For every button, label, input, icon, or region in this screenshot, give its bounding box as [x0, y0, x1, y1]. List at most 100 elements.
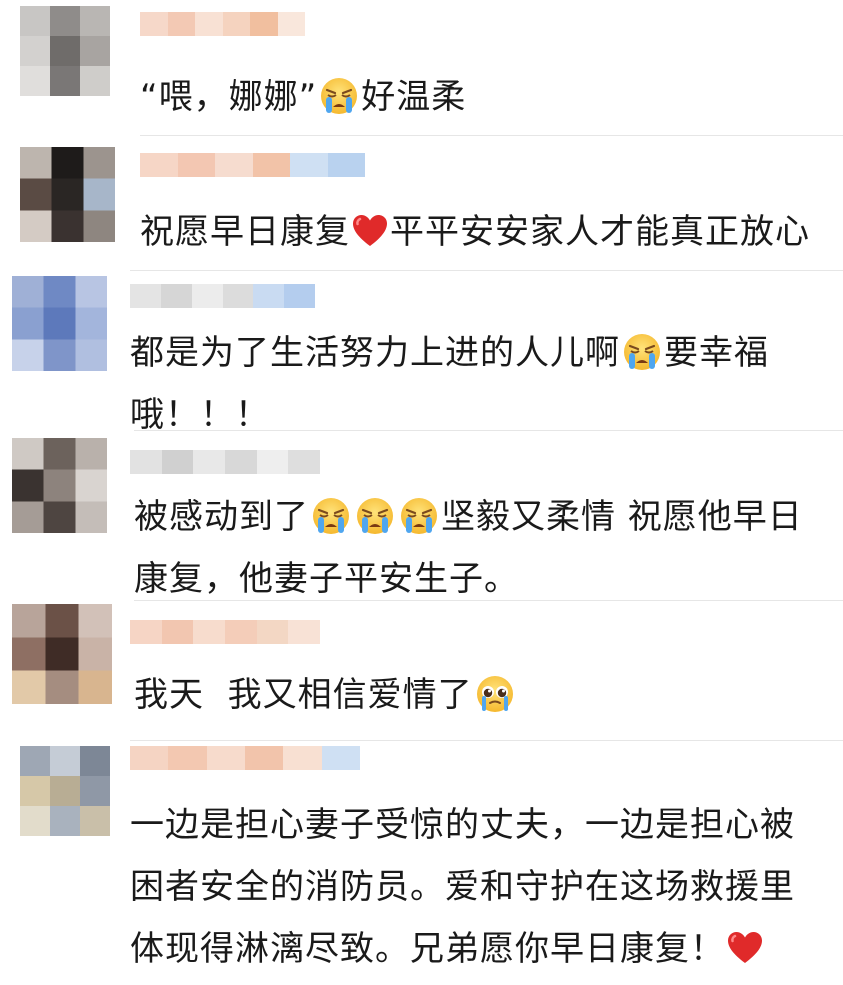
mosaic-cell — [83, 147, 115, 180]
avatar-mosaic — [20, 746, 110, 836]
mosaic-cell — [45, 670, 80, 704]
mosaic-cell — [75, 469, 107, 502]
mosaic-cell — [83, 178, 115, 211]
comment-item[interactable]: 都是为了生活努力上进的人儿啊 要幸福哦！！！ — [0, 270, 843, 435]
mosaic-cell — [12, 438, 45, 471]
username-mosaic-block — [130, 620, 163, 644]
red-heart-icon — [352, 206, 388, 246]
username-mosaic-block — [225, 450, 258, 474]
avatar[interactable] — [20, 746, 110, 836]
comment-divider — [140, 135, 843, 136]
username-mosaic-block — [253, 284, 285, 308]
crying-face-icon — [622, 330, 662, 370]
username-mosaic-block — [327, 153, 365, 177]
comment-text: 我天 我又相信爱情了 — [134, 664, 824, 726]
comment-item[interactable]: “喂，娜娜” 好温柔 — [0, 0, 843, 135]
comment-text-segment: 我天 我又相信爱情了 — [134, 675, 473, 715]
mosaic-cell — [43, 339, 76, 371]
username-mosaic-block — [321, 746, 360, 770]
mosaic-cell — [12, 469, 45, 502]
avatar-mosaic — [20, 147, 115, 242]
mosaic-cell — [80, 776, 110, 807]
username-mosaic-block — [161, 620, 194, 644]
avatar-mosaic — [20, 6, 110, 96]
username-mosaic-block — [177, 153, 216, 177]
mosaic-cell — [12, 307, 45, 340]
username-mosaic-block — [222, 284, 254, 308]
username-blurred[interactable] — [130, 620, 320, 644]
comment-divider — [134, 600, 843, 601]
mosaic-cell — [50, 746, 81, 777]
mosaic-cell — [12, 276, 45, 309]
comment-text-segment: 被感动到了 — [134, 497, 309, 537]
username-blurred[interactable] — [140, 12, 305, 36]
mosaic-cell — [75, 339, 107, 371]
mosaic-cell — [51, 147, 84, 180]
mosaic-cell — [78, 637, 112, 672]
username-mosaic-block — [140, 153, 178, 177]
mosaic-cell — [20, 776, 51, 807]
crying-face-icon — [311, 494, 351, 534]
comment-divider — [130, 270, 843, 271]
mosaic-cell — [75, 438, 107, 471]
mosaic-cell — [12, 501, 45, 533]
mosaic-cell — [20, 36, 51, 67]
mosaic-cell — [12, 637, 46, 672]
mosaic-cell — [20, 147, 53, 180]
username-mosaic-block — [161, 450, 194, 474]
mosaic-cell — [12, 604, 46, 638]
mosaic-cell — [78, 670, 112, 704]
username-mosaic-block — [250, 12, 278, 36]
mosaic-cell — [43, 501, 76, 533]
avatar-mosaic — [12, 438, 107, 533]
avatar[interactable] — [20, 6, 110, 96]
mosaic-cell — [43, 469, 76, 502]
red-heart-icon — [727, 923, 763, 963]
mosaic-cell — [20, 806, 51, 836]
crying-face-icon — [319, 74, 359, 114]
mosaic-cell — [45, 637, 80, 672]
mosaic-cell — [75, 501, 107, 533]
avatar[interactable] — [20, 147, 115, 242]
username-mosaic-block — [288, 620, 320, 644]
comment-text: 祝愿早日康复 平平安安家人才能真正放心 — [140, 201, 830, 263]
mosaic-cell — [51, 178, 84, 211]
username-mosaic-block — [140, 12, 168, 36]
comment-text: 都是为了生活努力上进的人儿啊 要幸福哦！！！ — [130, 322, 820, 446]
username-mosaic-block — [256, 620, 289, 644]
mosaic-cell — [20, 210, 53, 242]
username-blurred[interactable] — [130, 284, 315, 308]
comment-item[interactable]: 我天 我又相信爱情了 — [0, 600, 843, 740]
username-mosaic-block — [277, 12, 305, 36]
username-mosaic-block — [290, 153, 328, 177]
comment-item[interactable]: 一边是担心妻子受惊的丈夫，一边是担心被困者安全的消防员。爱和守护在这场救援里体现… — [0, 740, 843, 969]
pleading-face-icon — [475, 672, 515, 712]
comment-text-segment: “喂，娜娜” — [140, 77, 318, 117]
mosaic-cell — [20, 66, 51, 96]
mosaic-cell — [20, 6, 51, 37]
username-mosaic-block — [191, 284, 223, 308]
username-blurred[interactable] — [130, 746, 360, 770]
mosaic-cell — [80, 806, 110, 836]
username-blurred[interactable] — [130, 450, 320, 474]
comment-item[interactable]: 祝愿早日康复 平平安安家人才能真正放心 — [0, 135, 843, 270]
mosaic-cell — [80, 36, 110, 67]
username-mosaic-block — [193, 450, 226, 474]
username-mosaic-block — [206, 746, 246, 770]
mosaic-cell — [75, 276, 107, 309]
mosaic-cell — [43, 438, 76, 471]
avatar[interactable] — [12, 604, 112, 704]
mosaic-cell — [20, 178, 53, 211]
comment-text-segment: 一边是担心妻子受惊的丈夫，一边是担心被困者安全的消防员。爱和守护在这场救援里体现… — [130, 805, 795, 969]
username-mosaic-block — [195, 12, 223, 36]
username-mosaic-block — [168, 746, 208, 770]
username-blurred[interactable] — [140, 153, 365, 177]
username-mosaic-block — [160, 284, 193, 308]
mosaic-cell — [50, 6, 81, 37]
comment-text: 被感动到了 坚毅又柔情 祝愿他早日康复，他妻子平安生子。 — [134, 486, 824, 610]
avatar[interactable] — [12, 276, 107, 371]
username-mosaic-block — [193, 620, 226, 644]
comment-item[interactable]: 被感动到了 坚毅又柔情 祝愿他早日康复，他妻子平安生子。 — [0, 430, 843, 600]
avatar[interactable] — [12, 438, 107, 533]
comment-text-segment: 好温柔 — [361, 77, 467, 117]
